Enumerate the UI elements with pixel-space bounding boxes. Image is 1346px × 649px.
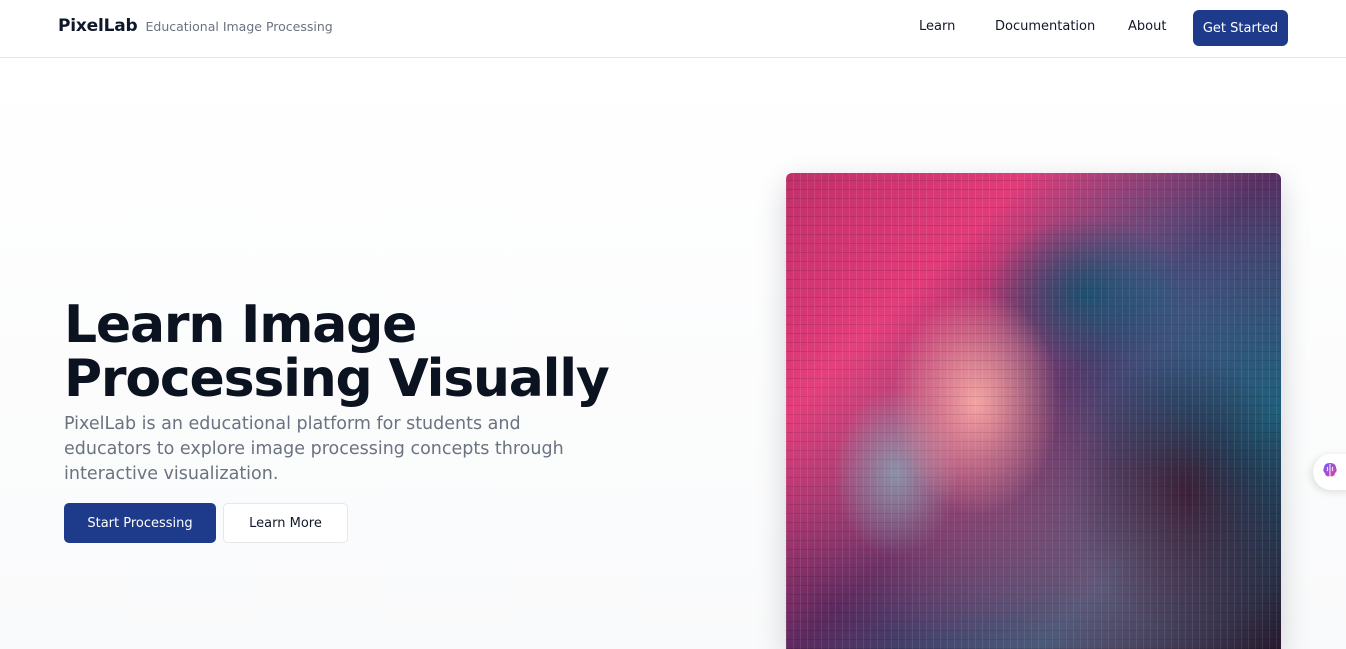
brand[interactable]: PixelLab Educational Image Processing bbox=[58, 16, 333, 36]
hero-image bbox=[786, 173, 1281, 649]
get-started-button[interactable]: Get Started bbox=[1193, 10, 1288, 46]
nav-link-documentation[interactable]: Documentation bbox=[995, 19, 1095, 34]
top-navigation-bar: PixelLab Educational Image Processing Le… bbox=[0, 0, 1346, 58]
brain-icon bbox=[1321, 461, 1339, 483]
start-processing-button[interactable]: Start Processing bbox=[64, 503, 216, 543]
hero-title: Learn Image Processing Visually bbox=[64, 295, 610, 409]
nav-link-about[interactable]: About bbox=[1128, 19, 1166, 34]
hero-section: Learn Image Processing Visually PixelLab… bbox=[0, 58, 1346, 649]
nav-link-learn[interactable]: Learn bbox=[919, 19, 955, 34]
learn-more-button[interactable]: Learn More bbox=[223, 503, 348, 543]
side-assistant-widget[interactable] bbox=[1313, 454, 1346, 490]
brand-name: PixelLab bbox=[58, 16, 138, 36]
brand-tagline: Educational Image Processing bbox=[145, 19, 333, 34]
hero-description: PixelLab is an educational platform for … bbox=[64, 414, 564, 484]
hero-image-glow bbox=[786, 173, 1281, 649]
